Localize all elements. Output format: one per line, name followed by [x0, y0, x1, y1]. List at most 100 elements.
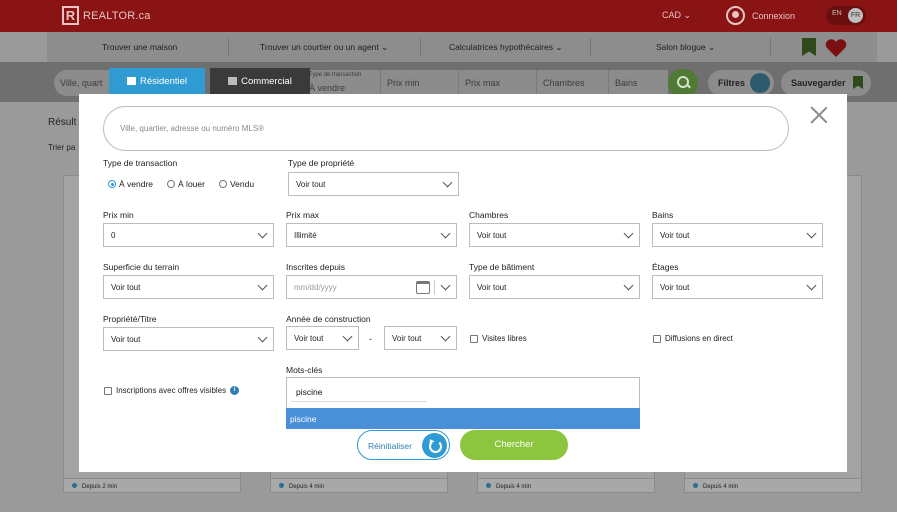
year-built-from-select[interactable]: Voir tout [286, 326, 359, 350]
chevron-down-icon [342, 331, 353, 342]
close-icon[interactable] [810, 106, 828, 124]
lang-fr[interactable]: FR [848, 8, 863, 23]
transaction-type-label: Type de transaction [309, 72, 362, 78]
nav-divider [590, 38, 591, 56]
radio-for-rent-label[interactable]: À louer [178, 179, 205, 189]
city-search-field[interactable]: Ville, quart [54, 70, 114, 96]
house-icon [127, 77, 136, 85]
bedrooms-select[interactable]: Voir tout [469, 223, 640, 247]
keywords-input[interactable] [291, 382, 427, 402]
bedrooms-value: Voir tout [477, 231, 507, 240]
filters-button[interactable]: Filtres [708, 70, 774, 96]
save-label: Sauvegarder [791, 78, 846, 88]
chevron-down-icon [257, 228, 268, 239]
checkbox[interactable] [104, 386, 112, 395]
radio-for-rent[interactable] [167, 180, 176, 188]
chevron-down-icon [806, 280, 817, 291]
baths-select[interactable]: Bains [608, 70, 668, 96]
year-built-to-select[interactable]: Voir tout [384, 326, 457, 350]
checkbox[interactable] [470, 334, 478, 343]
search-button[interactable]: Chercher [460, 430, 568, 460]
heart-icon[interactable] [824, 38, 848, 58]
status-dot [693, 483, 698, 488]
listed-since-date-input[interactable]: mm/dd/yyyy [286, 275, 457, 299]
price-max-label: Prix max [286, 210, 320, 220]
currency-selector[interactable]: CAD ⌄ [662, 10, 691, 21]
sort-label[interactable]: Trier pa [48, 143, 75, 152]
live-stream-checkbox[interactable]: Diffusions en direct [653, 334, 733, 343]
building-type-select[interactable]: Voir tout [469, 275, 640, 299]
info-icon[interactable]: i [230, 386, 240, 395]
listed-since-placeholder: mm/dd/yyyy [294, 283, 337, 292]
radio-sold[interactable] [218, 180, 227, 188]
card-time: Depuis 4 min [496, 484, 532, 490]
price-min-select[interactable]: 0 [103, 223, 274, 247]
visible-offers-label[interactable]: Inscriptions avec offres visibles [116, 386, 226, 395]
storeys-value: Voir tout [660, 283, 690, 292]
lang-en[interactable]: EN [832, 10, 842, 17]
language-toggle[interactable]: EN FR [826, 6, 866, 25]
logo-text: REALTOR.ca [83, 9, 151, 22]
ownership-value: Voir tout [111, 335, 141, 344]
radio-for-sale[interactable] [108, 180, 116, 188]
card-footer: Depuis 2 min [64, 478, 240, 492]
reset-button[interactable]: Réinitialiser [357, 430, 450, 460]
nav-blog[interactable]: Salon blogue ⌄ [636, 42, 735, 53]
price-max-select[interactable]: Illimité [286, 223, 457, 247]
reset-icon [422, 433, 447, 458]
nav-blog-label: Salon blogue [656, 42, 706, 52]
tab-commercial[interactable]: Commercial [210, 68, 310, 94]
nav-calculators[interactable]: Calculatrices hypothécaires ⌄ [429, 42, 582, 53]
property-type-select[interactable]: Voir tout [288, 172, 459, 196]
open-house-checkbox[interactable]: Visites libres [470, 334, 527, 343]
building-type-label: Type de bâtiment [469, 262, 535, 272]
price-min-label: Prix min [103, 210, 134, 220]
keyword-suggestion[interactable]: piscine [286, 408, 640, 429]
price-min-value: 0 [111, 231, 116, 240]
checkbox[interactable] [653, 334, 661, 343]
chevron-down-icon [442, 177, 453, 188]
reset-label: Réinitialiser [368, 441, 412, 451]
year-built-from-value: Voir tout [294, 334, 324, 343]
radio-for-sale-label[interactable]: À vendre [119, 179, 153, 189]
bedrooms-select[interactable]: Chambres [536, 70, 608, 96]
price-max-value: Illimité [294, 231, 317, 240]
building-icon [228, 77, 238, 85]
logo-icon: R [62, 6, 79, 25]
keywords-label: Mots-clés [286, 365, 323, 375]
realtor-logo[interactable]: R REALTOR.ca [62, 6, 151, 25]
chevron-down-icon [806, 228, 817, 239]
chevron-down-icon [257, 280, 268, 291]
land-size-value: Voir tout [111, 283, 141, 292]
property-type-label: Type de propriété [288, 158, 355, 168]
baths-label: Bains [652, 210, 674, 220]
transaction-type-select[interactable]: Type de transaction À vendre [305, 70, 380, 96]
nav-calculators-label: Calculatrices hypothécaires [449, 42, 553, 52]
radio-sold-label[interactable]: Vendu [230, 179, 254, 189]
main-nav: Trouver une maison Trouver un courtier o… [47, 32, 877, 62]
search-icon[interactable] [668, 69, 698, 97]
calendar-icon[interactable] [416, 281, 430, 294]
bookmark-icon[interactable] [802, 38, 816, 56]
land-size-select[interactable]: Voir tout [103, 275, 274, 299]
chevron-down-icon [440, 280, 451, 291]
year-built-to-value: Voir tout [392, 334, 422, 343]
price-min-select[interactable]: Prix min [380, 70, 458, 96]
storeys-select[interactable]: Voir tout [652, 275, 823, 299]
tab-residential[interactable]: Résidentiel [109, 68, 205, 94]
filter-icon [750, 73, 770, 93]
baths-select[interactable]: Voir tout [652, 223, 823, 247]
location-search-input[interactable] [103, 106, 789, 151]
visible-offers-checkbox[interactable]: Inscriptions avec offres visibles i [104, 386, 240, 395]
live-stream-label[interactable]: Diffusions en direct [665, 334, 733, 343]
nav-find-home[interactable]: Trouver une maison [82, 42, 197, 52]
nav-find-agent[interactable]: Trouver un courtier ou un agent ⌄ [240, 42, 408, 53]
ownership-select[interactable]: Voir tout [103, 327, 274, 351]
save-search-button[interactable]: Sauvegarder [781, 70, 871, 96]
price-max-select[interactable]: Prix max [458, 70, 536, 96]
transaction-type-label: Type de transaction [103, 158, 178, 168]
open-house-label[interactable]: Visites libres [482, 334, 527, 343]
filters-label: Filtres [718, 78, 746, 88]
login-button[interactable]: Connexion [726, 6, 795, 25]
transaction-type-radios: À vendre À louer Vendu [108, 179, 268, 189]
